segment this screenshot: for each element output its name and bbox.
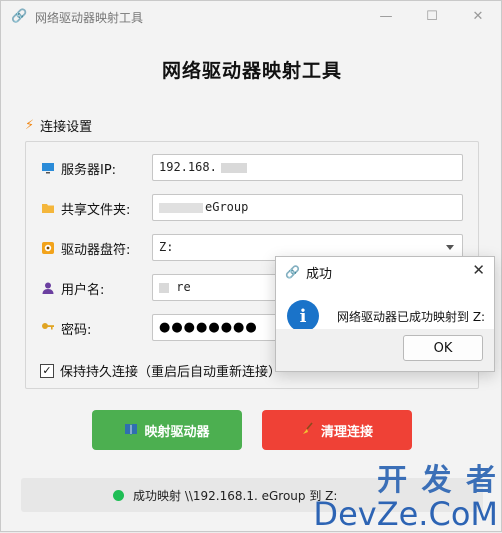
lightning-icon: ⚡ — [25, 118, 34, 133]
folder-icon — [41, 201, 55, 215]
close-button[interactable]: ✕ — [455, 1, 501, 31]
book-icon — [124, 423, 138, 438]
server-ip-label: 服务器IP: — [61, 159, 116, 178]
map-drive-button[interactable]: 映射驱动器 — [92, 410, 242, 450]
dialog-body: i 网络驱动器已成功映射到 Z: — [287, 300, 485, 332]
dialog-message: 网络驱动器已成功映射到 Z: — [337, 308, 485, 325]
share-folder-row: 共享文件夹: — [41, 194, 130, 222]
redacted-block — [159, 283, 169, 293]
username-label: 用户名: — [61, 279, 104, 298]
server-ip-value: 192.168. — [159, 160, 217, 174]
clean-connection-button[interactable]: 清理连接 — [262, 410, 412, 450]
dialog-title: 成功 — [306, 263, 332, 282]
drive-letter-row: 驱动器盘符: — [41, 234, 130, 262]
maximize-button[interactable]: ☐ — [409, 1, 455, 31]
dialog-title-bar: 🔗 成功 — [276, 257, 494, 287]
link-icon: 🔗 — [11, 9, 27, 25]
drive-letter-label: 驱动器盘符: — [61, 239, 130, 258]
persist-label: 保持持久连接（重启后自动重新连接） — [60, 361, 281, 380]
disk-icon — [41, 241, 55, 255]
status-text: 成功映射 \\192.168.1. eGroup 到 Z: — [133, 487, 337, 504]
password-input[interactable]: ●●●●●●●● — [152, 314, 277, 341]
share-folder-label: 共享文件夹: — [61, 199, 130, 218]
connection-group-label: ⚡ 连接设置 — [25, 116, 92, 135]
watermark-line2: DevZe.CoM — [313, 498, 498, 530]
dialog-footer: OK — [276, 329, 494, 371]
watermark: 开 发 者 DevZe.CoM — [313, 464, 498, 530]
ok-button[interactable]: OK — [403, 335, 483, 361]
password-value: ●●●●●●●● — [159, 320, 258, 335]
success-dialog: 🔗 成功 ✕ i 网络驱动器已成功映射到 Z: OK — [275, 256, 495, 372]
password-row: 密码: — [41, 314, 91, 342]
key-icon — [41, 321, 55, 335]
info-icon: i — [287, 300, 319, 332]
share-folder-value: eGroup — [205, 200, 248, 214]
watermark-line1: 开 发 者 — [313, 464, 498, 498]
connection-group-text: 连接设置 — [40, 116, 92, 135]
link-icon: 🔗 — [285, 265, 300, 279]
persist-checkbox[interactable]: ✓ — [40, 364, 54, 378]
server-ip-input[interactable]: 192.168. — [152, 154, 463, 181]
window-title: 网络驱动器映射工具 — [35, 9, 143, 26]
window-controls: — ☐ ✕ — [363, 1, 501, 31]
redacted-block — [159, 203, 203, 213]
username-input[interactable]: re — [152, 274, 277, 301]
drive-letter-value: Z: — [159, 240, 173, 254]
dialog-close-button[interactable]: ✕ — [472, 261, 485, 279]
server-ip-row: 服务器IP: — [41, 154, 116, 182]
username-value: re — [176, 280, 190, 294]
user-icon — [41, 281, 55, 295]
clean-connection-label: 清理连接 — [321, 421, 373, 440]
page-title: 网络驱动器映射工具 — [1, 56, 502, 83]
username-row: 用户名: — [41, 274, 104, 302]
monitor-icon — [41, 161, 55, 175]
status-indicator-icon — [113, 490, 124, 501]
redacted-block — [221, 163, 247, 173]
map-drive-label: 映射驱动器 — [144, 421, 209, 440]
share-folder-input[interactable]: eGroup — [152, 194, 463, 221]
password-label: 密码: — [61, 319, 91, 338]
broom-icon — [301, 422, 315, 439]
chevron-down-icon[interactable] — [446, 245, 454, 250]
persist-option[interactable]: ✓ 保持持久连接（重启后自动重新连接） — [40, 361, 281, 380]
minimize-button[interactable]: — — [363, 1, 409, 31]
